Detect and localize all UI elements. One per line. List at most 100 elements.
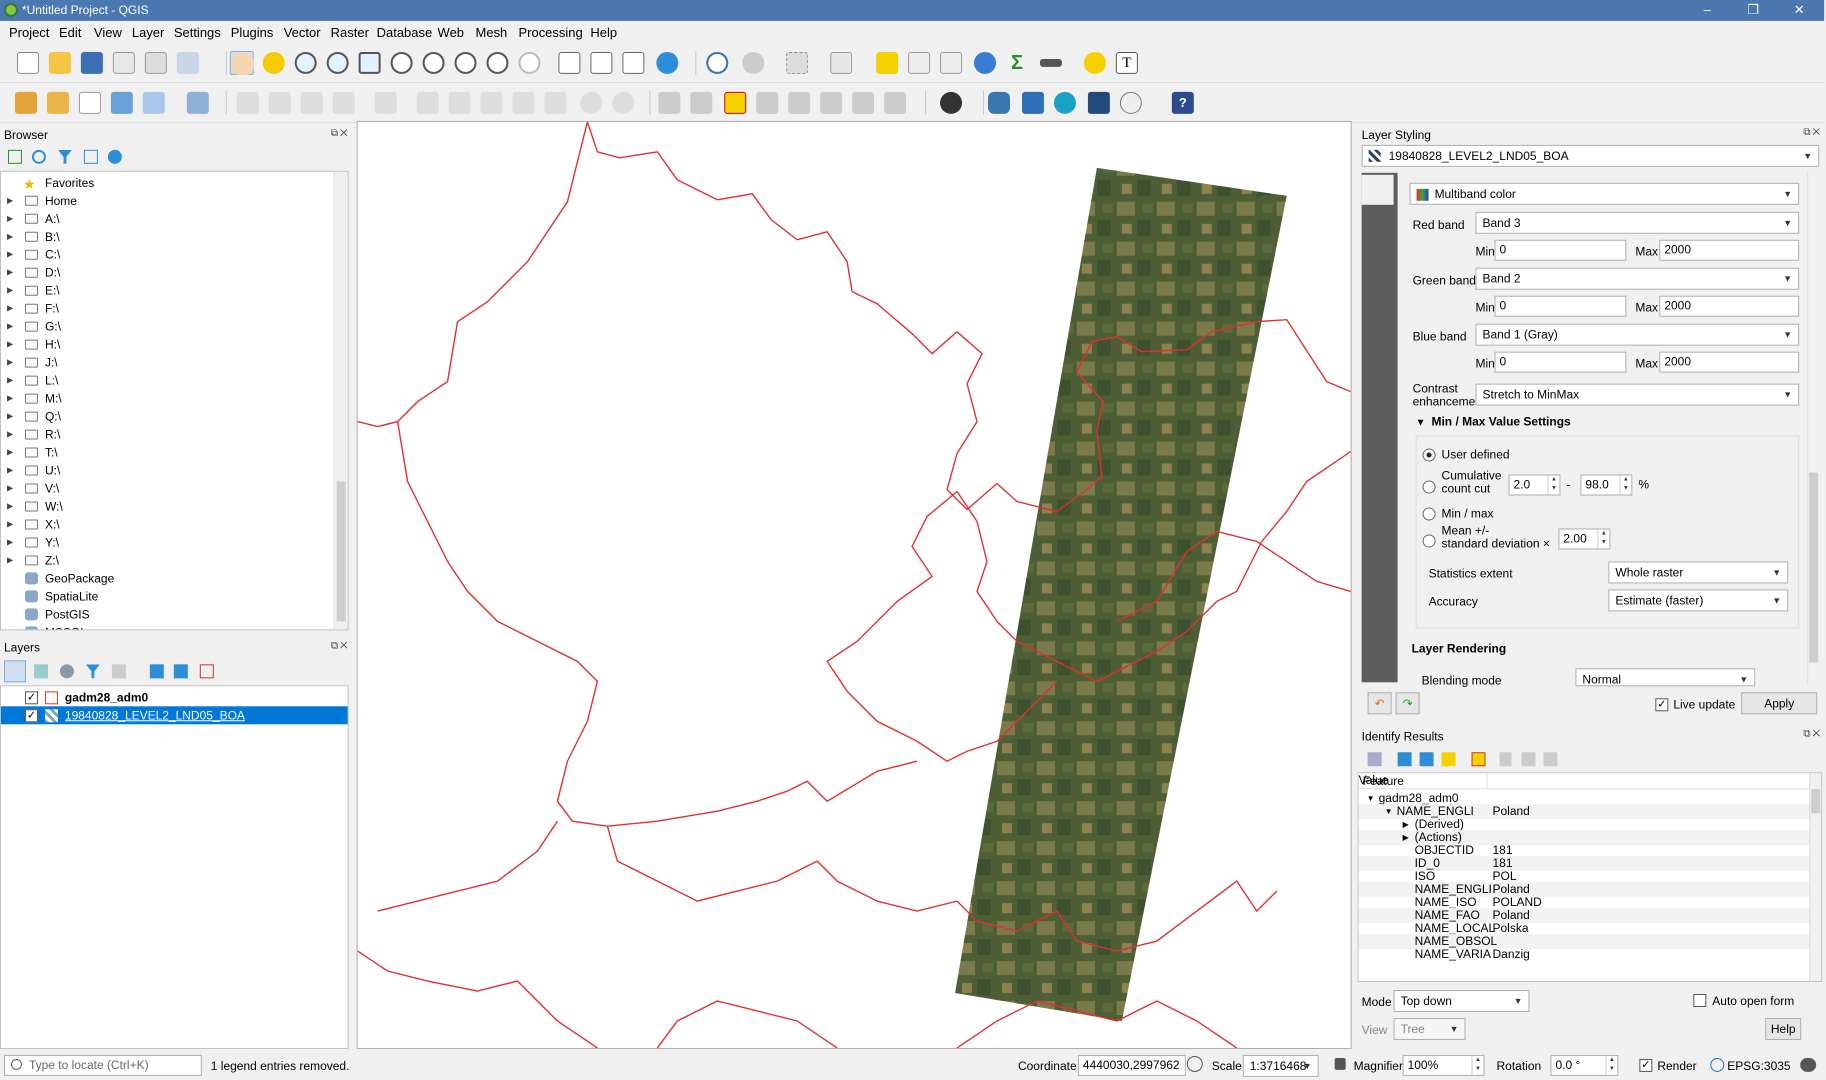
refresh-icon[interactable]: [31, 149, 46, 164]
std-dev-spin[interactable]: 2.00 ▲ ▼: [1558, 528, 1611, 550]
styling-dock-buttons[interactable]: ⧉✕: [1803, 127, 1822, 138]
menu-raster[interactable]: Raster: [331, 25, 369, 40]
contrast-select[interactable]: Stretch to MinMax ▼: [1475, 383, 1800, 406]
col-feature[interactable]: Feature: [1363, 774, 1404, 788]
rotation-spin[interactable]: 0.0 ° ▲ ▼: [1550, 1054, 1619, 1076]
auto-open-checkbox[interactable]: [1693, 994, 1707, 1007]
print-layout-icon[interactable]: [144, 51, 168, 75]
expand-arrow-icon[interactable]: ▶: [7, 533, 13, 551]
toggle-extents-icon[interactable]: [1186, 1055, 1203, 1072]
clear-results-icon[interactable]: [1471, 752, 1486, 767]
pin-labels-icon[interactable]: [689, 91, 713, 115]
tab-histogram-icon[interactable]: [1362, 239, 1394, 269]
apply-button[interactable]: Apply: [1741, 692, 1818, 715]
lock-scale-icon[interactable]: [1334, 1057, 1346, 1070]
collapse-all-icon[interactable]: [1419, 752, 1434, 767]
zoom-native-icon[interactable]: [454, 51, 478, 75]
pan-to-selection-icon[interactable]: [262, 51, 286, 75]
select-features-icon[interactable]: [785, 51, 809, 75]
blending-select[interactable]: Normal ▼: [1575, 668, 1756, 687]
toggle-editing-icon[interactable]: [268, 91, 292, 115]
zoom-next-icon[interactable]: [517, 51, 541, 75]
cumulative-high-spin[interactable]: 98.0 ▲ ▼: [1580, 474, 1633, 496]
expand-arrow-icon[interactable]: ▶: [7, 354, 13, 372]
expand-arrow-icon[interactable]: ▶: [7, 426, 13, 444]
green-min-input[interactable]: 0: [1494, 295, 1627, 317]
expand-arrow-icon[interactable]: ▶: [7, 246, 13, 264]
browser-item[interactable]: PostGIS: [1, 605, 348, 623]
layer-item-landsat[interactable]: ✓ 19840828_LEVEL2_LND05_BOA: [0, 706, 348, 725]
stats-extent-select[interactable]: Whole raster ▼: [1608, 561, 1789, 584]
expand-arrow-icon[interactable]: ▶: [7, 228, 13, 246]
tab-rendering-icon[interactable]: [1362, 271, 1394, 301]
sum-icon[interactable]: Σ: [1005, 51, 1029, 75]
zoom-selection-icon[interactable]: [390, 51, 414, 75]
tab-pyramids-icon[interactable]: [1362, 303, 1394, 333]
add-feature-icon[interactable]: [332, 91, 356, 115]
view-select[interactable]: Tree ▼: [1393, 1017, 1466, 1040]
coordinate-field[interactable]: 4440030,2997962: [1077, 1054, 1186, 1076]
zoom-layer-icon[interactable]: [422, 51, 446, 75]
browser-dock-buttons[interactable]: ⧉✕: [331, 128, 350, 139]
browser-scrollbar[interactable]: [333, 171, 348, 630]
expand-all-icon[interactable]: [149, 664, 164, 679]
user-defined-radio[interactable]: [1422, 448, 1436, 462]
cumulative-radio[interactable]: [1422, 480, 1436, 494]
menu-database[interactable]: Database: [377, 25, 433, 40]
browser-item[interactable]: ▶ Home: [1, 192, 348, 210]
label-tool-icon[interactable]: [657, 91, 681, 115]
accuracy-select[interactable]: Estimate (faster) ▼: [1608, 589, 1789, 612]
plugin-camera-icon[interactable]: [1087, 91, 1111, 115]
filter-legend-icon[interactable]: [85, 664, 100, 679]
diagram-icon[interactable]: [883, 91, 907, 115]
expand-arrow-icon[interactable]: ▶: [7, 282, 13, 300]
text-annotation-icon[interactable]: T: [1115, 51, 1139, 75]
browser-item[interactable]: SpatiaLite: [1, 587, 348, 605]
browser-item[interactable]: ▶ Q:\: [1, 408, 348, 426]
rotate-label-icon[interactable]: [787, 91, 811, 115]
redo-style-button[interactable]: ↷: [1395, 692, 1420, 715]
properties-icon[interactable]: [107, 149, 122, 164]
expand-arrow-icon[interactable]: ▶: [7, 192, 13, 210]
vertex-tool-icon[interactable]: [374, 91, 398, 115]
live-update-checkbox[interactable]: ✓: [1655, 698, 1669, 712]
deselect-icon[interactable]: [875, 51, 899, 75]
minimize-button[interactable]: –: [1684, 0, 1730, 21]
new-map-view-icon[interactable]: [557, 51, 581, 75]
copy-icon[interactable]: [511, 91, 535, 115]
browser-item[interactable]: ▶ C:\: [1, 246, 348, 264]
menu-help[interactable]: Help: [590, 25, 617, 40]
layer-checkbox[interactable]: ✓: [24, 691, 38, 705]
expand-arrow-icon[interactable]: ▶: [7, 372, 13, 390]
help-contents-icon[interactable]: ?: [1171, 91, 1195, 115]
browser-item[interactable]: ▶ E:\: [1, 282, 348, 300]
stats-icon[interactable]: [939, 51, 963, 75]
expand-arrow-icon[interactable]: ▶: [7, 480, 13, 498]
new-geopackage-icon[interactable]: [46, 91, 70, 115]
identify-icon[interactable]: [705, 51, 729, 75]
menu-processing[interactable]: Processing: [518, 25, 582, 40]
green-band-select[interactable]: Band 2 ▼: [1475, 267, 1800, 290]
zoom-last-icon[interactable]: [486, 51, 510, 75]
minmax-settings-header[interactable]: ▼ Min / Max Value Settings: [1416, 415, 1800, 435]
redo-icon[interactable]: [611, 91, 635, 115]
save-as-icon[interactable]: [112, 51, 136, 75]
expand-arrow-icon[interactable]: ▶: [7, 444, 13, 462]
expand-new-icon[interactable]: [1441, 752, 1456, 767]
browser-item[interactable]: ▶ M:\: [1, 390, 348, 408]
menu-layer[interactable]: Layer: [132, 25, 164, 40]
collapse-all-icon[interactable]: [173, 664, 188, 679]
menu-web[interactable]: Web: [438, 25, 464, 40]
browser-item[interactable]: ▶ L:\: [1, 372, 348, 390]
plugin-chart-icon[interactable]: [1021, 91, 1045, 115]
add-group-icon[interactable]: [33, 664, 48, 679]
menu-plugins[interactable]: Plugins: [231, 25, 274, 40]
plugin-globe-icon[interactable]: [939, 91, 963, 115]
expand-arrow-icon[interactable]: ▶: [7, 210, 13, 228]
tab-history-icon[interactable]: [1362, 335, 1394, 365]
browser-item[interactable]: ▶ F:\: [1, 300, 348, 318]
open-project-icon[interactable]: [48, 51, 72, 75]
blue-max-input[interactable]: 2000: [1659, 351, 1800, 373]
temporary-layer-icon[interactable]: [142, 91, 166, 115]
zoom-in-icon[interactable]: [294, 51, 318, 75]
